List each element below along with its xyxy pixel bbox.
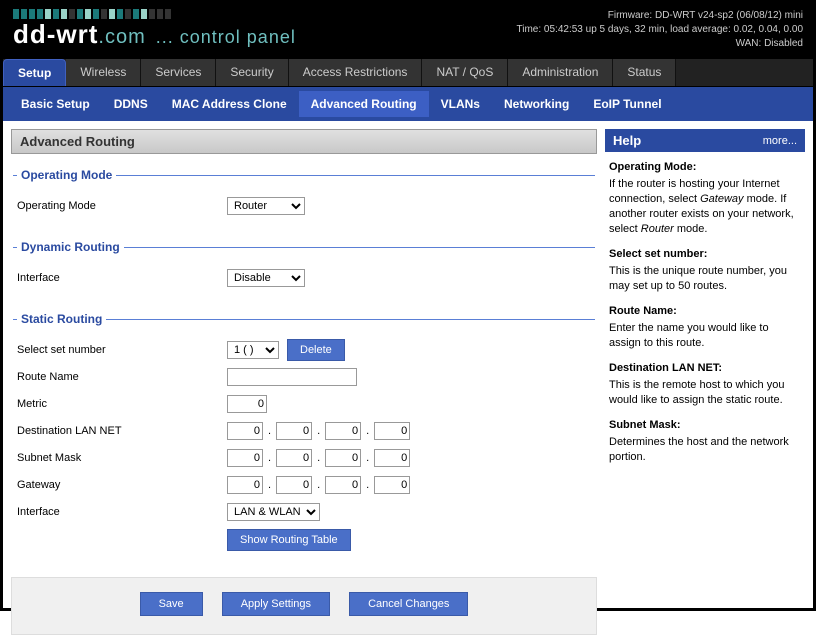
metric-label: Metric	[17, 398, 227, 410]
dest-label: Destination LAN NET	[17, 425, 227, 437]
wan-text: WAN: Disabled	[517, 37, 803, 51]
subnav-vlans[interactable]: VLANs	[429, 91, 492, 117]
subnav-ddns[interactable]: DDNS	[102, 91, 160, 117]
dest-octet-1[interactable]	[227, 422, 263, 440]
gw-octet-1[interactable]	[227, 476, 263, 494]
action-bar: Save Apply Settings Cancel Changes	[11, 577, 597, 635]
subnav-eoip-tunnel[interactable]: EoIP Tunnel	[581, 91, 673, 117]
page-title: Advanced Routing	[11, 129, 597, 154]
help-desc: Enter the name you would like to assign …	[609, 321, 801, 351]
help-desc: This is the unique route number, you may…	[609, 264, 801, 294]
nav-services[interactable]: Services	[141, 59, 216, 86]
help-desc: If the router is hosting your Internet c…	[609, 177, 801, 237]
help-desc: Determines the host and the network port…	[609, 435, 801, 465]
delete-button[interactable]: Delete	[287, 339, 345, 361]
routename-label: Route Name	[17, 371, 227, 383]
dest-octet-3[interactable]	[325, 422, 361, 440]
nav-security[interactable]: Security	[216, 59, 288, 86]
setnum-label: Select set number	[17, 344, 227, 356]
routename-input[interactable]	[227, 368, 357, 386]
sub-nav: Basic Setup DDNS MAC Address Clone Advan…	[3, 87, 813, 121]
subnav-advanced-routing[interactable]: Advanced Routing	[299, 91, 429, 117]
logo-com: .com	[98, 26, 145, 48]
gateway-label: Gateway	[17, 479, 227, 491]
mask-octet-2[interactable]	[276, 449, 312, 467]
dest-octet-4[interactable]	[374, 422, 410, 440]
help-body: Operating Mode: If the router is hosting …	[605, 152, 805, 479]
firmware-text: Firmware: DD-WRT v24-sp2 (06/08/12) mini	[517, 9, 803, 23]
logo-subtitle: ... control panel	[156, 27, 296, 48]
help-term: Subnet Mask:	[609, 418, 801, 433]
nav-access-restrictions[interactable]: Access Restrictions	[289, 59, 423, 86]
help-term: Select set number:	[609, 247, 801, 262]
logo-text: dd-wrt	[13, 19, 98, 49]
setnum-select[interactable]: 1 ( )	[227, 341, 279, 359]
help-term: Route Name:	[609, 304, 801, 319]
subnav-mac-clone[interactable]: MAC Address Clone	[160, 91, 299, 117]
mask-octet-3[interactable]	[325, 449, 361, 467]
help-title-bar: Help more...	[605, 129, 805, 152]
mask-octet-4[interactable]	[374, 449, 410, 467]
nav-setup[interactable]: Setup	[3, 59, 66, 86]
header: dd-wrt.com ... control panel Firmware: D…	[3, 3, 813, 59]
dynroute-interface-select[interactable]: Disable	[227, 269, 305, 287]
static-iface-select[interactable]: LAN & WLAN	[227, 503, 320, 521]
operating-mode-label: Operating Mode	[17, 200, 227, 212]
main-nav: Setup Wireless Services Security Access …	[3, 59, 813, 87]
dynamic-routing-section: Dynamic Routing Interface Disable	[13, 240, 595, 298]
static-routing-section: Static Routing Select set number 1 ( ) D…	[13, 312, 595, 555]
subnav-basic-setup[interactable]: Basic Setup	[9, 91, 102, 117]
help-term: Operating Mode:	[609, 160, 801, 175]
help-desc: This is the remote host to which you wou…	[609, 378, 801, 408]
metric-input[interactable]	[227, 395, 267, 413]
operating-mode-select[interactable]: Router	[227, 197, 305, 215]
nav-status[interactable]: Status	[613, 59, 676, 86]
header-status: Firmware: DD-WRT v24-sp2 (06/08/12) mini…	[517, 9, 803, 51]
static-routing-legend: Static Routing	[17, 312, 106, 326]
mask-octet-1[interactable]	[227, 449, 263, 467]
help-title: Help	[613, 133, 641, 148]
show-routing-table-button[interactable]: Show Routing Table	[227, 529, 351, 551]
nav-nat-qos[interactable]: NAT / QoS	[422, 59, 508, 86]
dynroute-interface-label: Interface	[17, 272, 227, 284]
help-more-link[interactable]: more...	[763, 135, 797, 147]
operating-mode-section: Operating Mode Operating Mode Router	[13, 168, 595, 226]
dynamic-routing-legend: Dynamic Routing	[17, 240, 124, 254]
cancel-button[interactable]: Cancel Changes	[349, 592, 468, 616]
save-button[interactable]: Save	[140, 592, 203, 616]
subnav-networking[interactable]: Networking	[492, 91, 581, 117]
apply-button[interactable]: Apply Settings	[222, 592, 330, 616]
dest-octet-2[interactable]	[276, 422, 312, 440]
static-iface-label: Interface	[17, 506, 227, 518]
gw-octet-2[interactable]	[276, 476, 312, 494]
nav-wireless[interactable]: Wireless	[66, 59, 141, 86]
help-term: Destination LAN NET:	[609, 361, 801, 376]
time-text: Time: 05:42:53 up 5 days, 32 min, load a…	[517, 23, 803, 37]
gw-octet-3[interactable]	[325, 476, 361, 494]
gw-octet-4[interactable]	[374, 476, 410, 494]
nav-administration[interactable]: Administration	[508, 59, 613, 86]
mask-label: Subnet Mask	[17, 452, 227, 464]
operating-mode-legend: Operating Mode	[17, 168, 116, 182]
